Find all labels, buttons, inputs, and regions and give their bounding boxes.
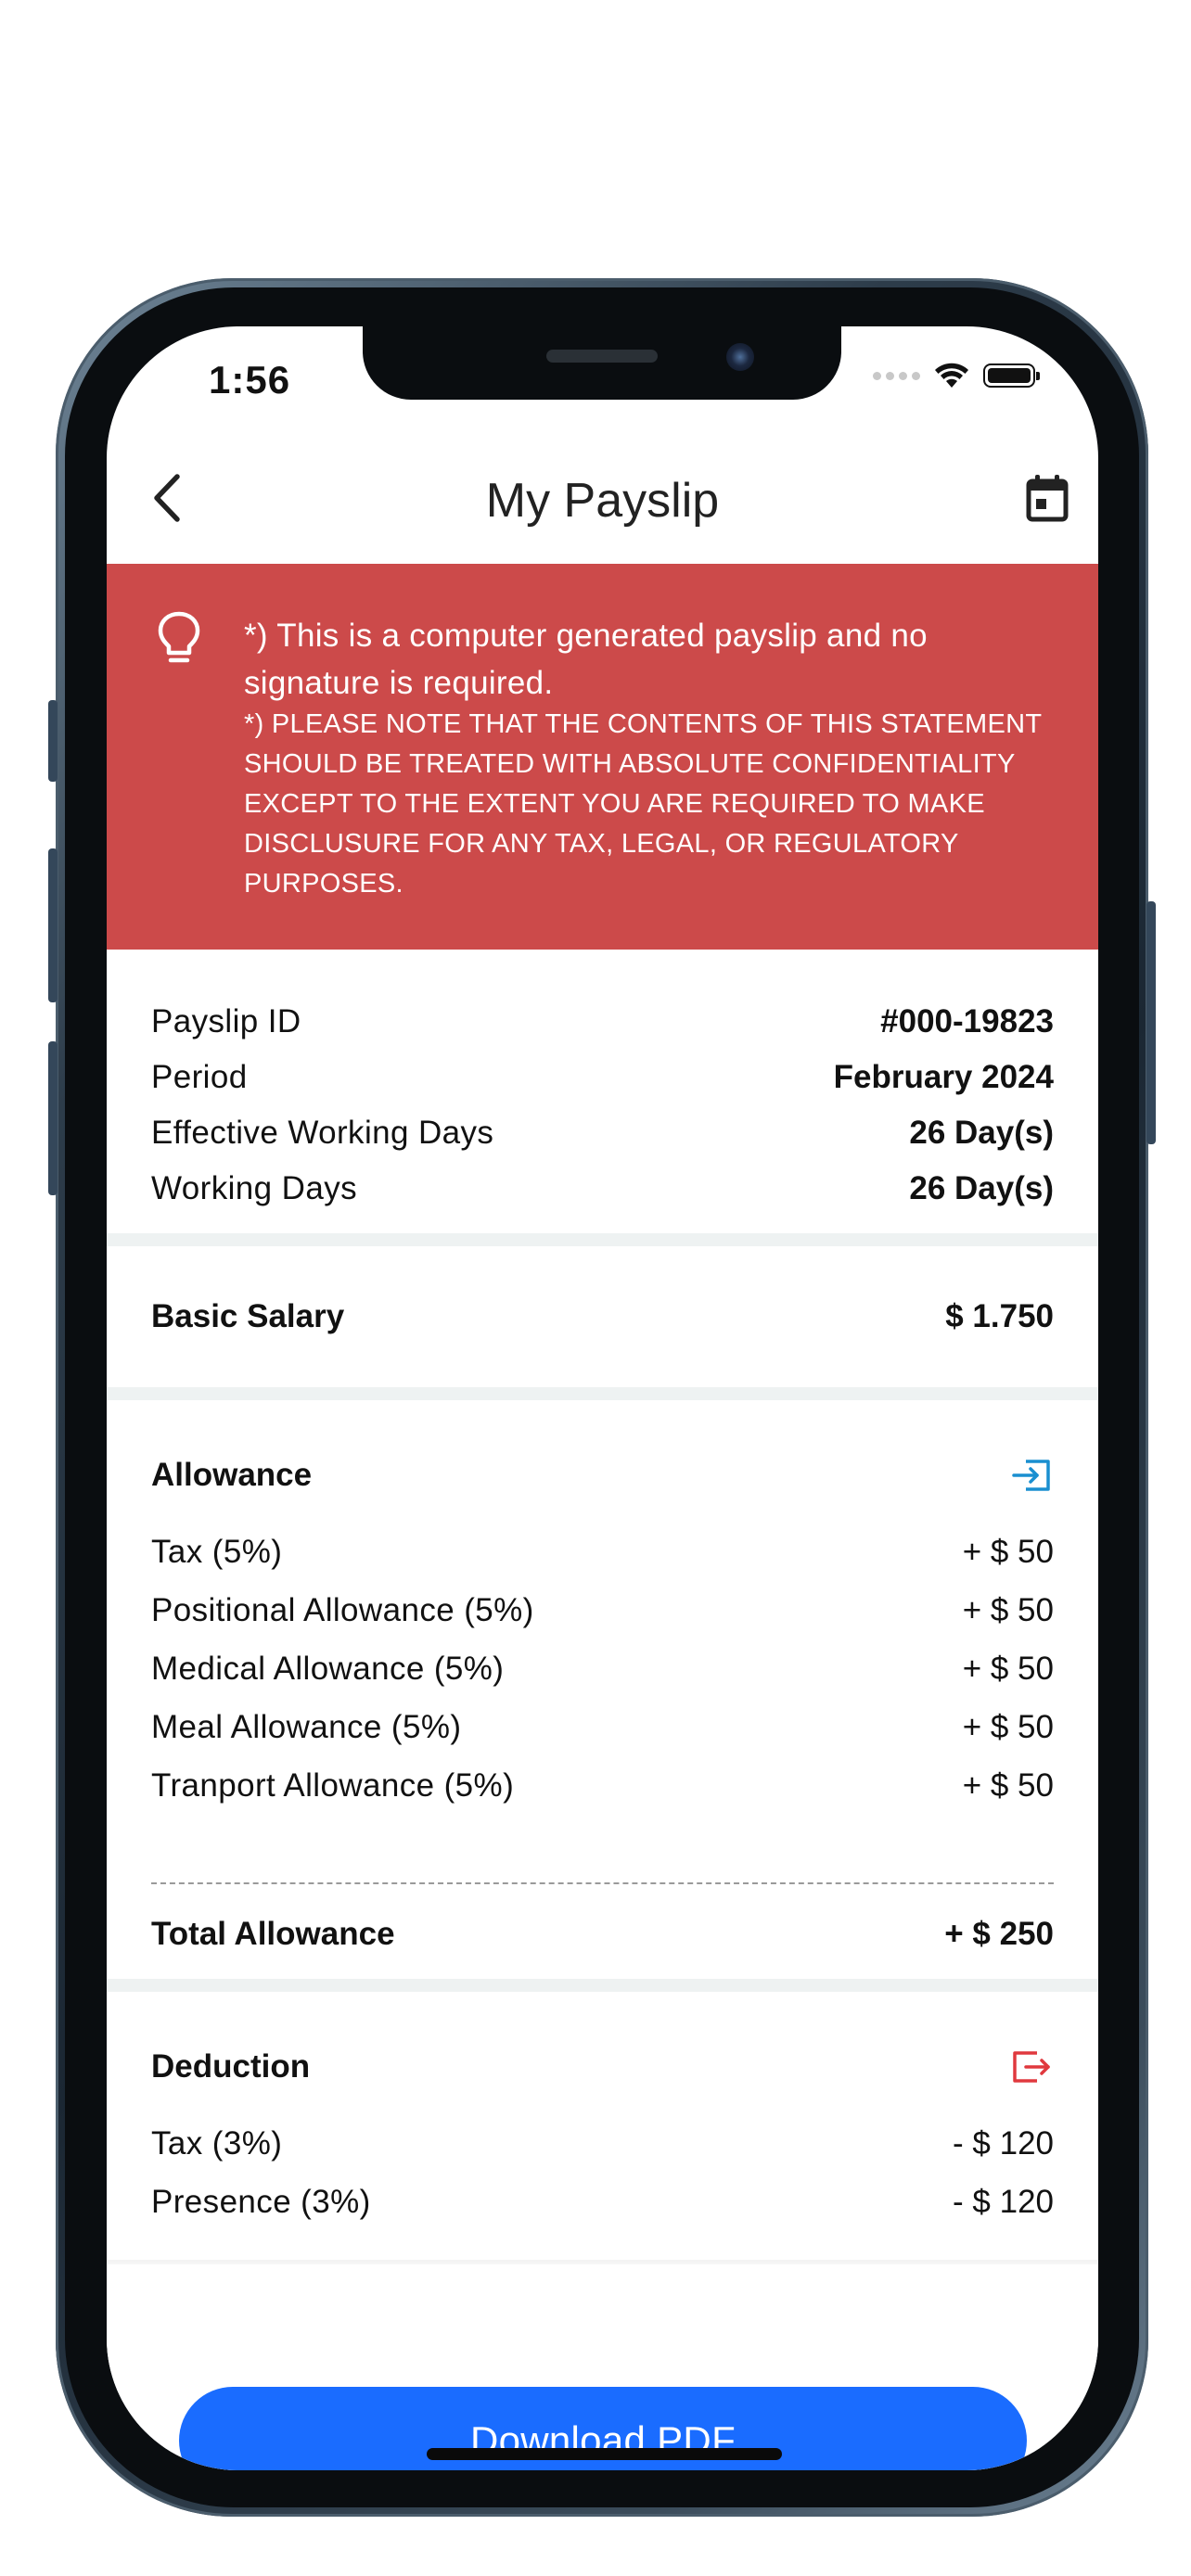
info-label: Working Days bbox=[151, 1170, 357, 1206]
allowance-item-label: Tranport Allowance (5%) bbox=[151, 1766, 515, 1804]
volume-down-button bbox=[48, 1041, 58, 1195]
allowance-item-label: Medical Allowance (5%) bbox=[151, 1650, 505, 1687]
power-button bbox=[1146, 901, 1156, 1144]
volume-up-button bbox=[48, 848, 58, 1002]
basic-salary-value: $ 1.750 bbox=[945, 1298, 1054, 1334]
allowance-item-amount: + $ 50 bbox=[962, 1650, 1054, 1687]
allowance-item: Positional Allowance (5%) + $ 50 bbox=[107, 1581, 1098, 1639]
info-row-period: Period February 2024 bbox=[107, 1050, 1098, 1105]
info-value: 26 Day(s) bbox=[909, 1170, 1054, 1206]
info-label: Payslip ID bbox=[151, 1003, 301, 1039]
payslip-info-section: Payslip ID #000-19823 Period February 20… bbox=[107, 950, 1098, 1233]
allowance-section: Allowance Tax (5%) + $ 50 Positional All… bbox=[107, 1400, 1098, 1979]
front-camera bbox=[726, 343, 754, 371]
silent-switch bbox=[48, 700, 58, 782]
info-row-effective-working-days: Effective Working Days 26 Day(s) bbox=[107, 1105, 1098, 1161]
allowance-item: Tranport Allowance (5%) + $ 50 bbox=[107, 1756, 1098, 1815]
deduction-list: Tax (3%) - $ 120 Presence (3%) - $ 120 bbox=[107, 2114, 1098, 2231]
total-allowance-value: + $ 250 bbox=[944, 1916, 1054, 1952]
basic-salary-section: Basic Salary $ 1.750 bbox=[107, 1246, 1098, 1387]
info-value: 26 Day(s) bbox=[909, 1115, 1054, 1151]
allowance-item-label: Meal Allowance (5%) bbox=[151, 1708, 462, 1745]
allowance-item-amount: + $ 50 bbox=[962, 1533, 1054, 1570]
info-value: February 2024 bbox=[833, 1059, 1054, 1095]
signal-dots-icon bbox=[873, 371, 920, 380]
speaker-grille bbox=[546, 350, 658, 363]
section-divider bbox=[107, 1979, 1098, 1992]
status-time: 1:56 bbox=[209, 358, 291, 402]
allowance-item-amount: + $ 50 bbox=[962, 1766, 1054, 1804]
deduction-item-label: Tax (3%) bbox=[151, 2124, 283, 2162]
dashed-divider bbox=[151, 1882, 1054, 1884]
deduction-header: Deduction bbox=[107, 2040, 1098, 2094]
info-row-working-days: Working Days 26 Day(s) bbox=[107, 1161, 1098, 1217]
deduction-item-amount: - $ 120 bbox=[953, 2124, 1054, 2162]
phone-screen: 1:56 My Payslip *) This is a computer ge… bbox=[107, 326, 1098, 2470]
app-header: My Payslip bbox=[107, 447, 1098, 555]
info-value: #000-19823 bbox=[880, 1003, 1054, 1039]
calendar-icon bbox=[1026, 475, 1069, 522]
allowance-item-amount: + $ 50 bbox=[962, 1708, 1054, 1745]
lightbulb-icon bbox=[158, 611, 200, 663]
wifi-icon bbox=[935, 363, 968, 388]
basic-salary-row: Basic Salary $ 1.750 bbox=[107, 1298, 1098, 1335]
notice-text-primary: *) This is a computer generated payslip … bbox=[244, 618, 928, 701]
page-title: My Payslip bbox=[485, 474, 720, 528]
allowance-item: Tax (5%) + $ 50 bbox=[107, 1523, 1098, 1581]
notice-text-confidential: *) PLEASE NOTE THAT THE CONTENTS OF THIS… bbox=[244, 709, 1042, 899]
calendar-button[interactable] bbox=[1015, 465, 1080, 530]
allowance-expand-button[interactable] bbox=[1009, 1453, 1054, 1498]
payslip-content: Payslip ID #000-19823 Period February 20… bbox=[107, 950, 1098, 2231]
section-divider bbox=[107, 1233, 1098, 1246]
allowance-item: Meal Allowance (5%) + $ 50 bbox=[107, 1698, 1098, 1756]
deduction-item-label: Presence (3%) bbox=[151, 2183, 371, 2220]
status-icons bbox=[873, 362, 1040, 389]
info-label: Effective Working Days bbox=[151, 1115, 494, 1151]
deduction-section: Deduction Tax (3%) - $ 120 Presence (3%) bbox=[107, 1992, 1098, 2231]
section-divider bbox=[107, 1387, 1098, 1400]
allowance-title: Allowance bbox=[151, 1457, 313, 1493]
allowance-item-label: Tax (5%) bbox=[151, 1533, 283, 1570]
home-indicator[interactable] bbox=[427, 2448, 782, 2460]
battery-icon bbox=[983, 363, 1040, 388]
deduction-item: Presence (3%) - $ 120 bbox=[107, 2173, 1098, 2231]
deduction-title: Deduction bbox=[151, 2048, 311, 2085]
login-icon bbox=[1012, 1460, 1050, 1491]
deduction-item: Tax (3%) - $ 120 bbox=[107, 2114, 1098, 2173]
allowance-item: Medical Allowance (5%) + $ 50 bbox=[107, 1639, 1098, 1698]
deduction-item-amount: - $ 120 bbox=[953, 2183, 1054, 2220]
info-label: Period bbox=[151, 1059, 248, 1095]
logout-icon bbox=[1013, 2051, 1050, 2083]
basic-salary-label: Basic Salary bbox=[151, 1298, 345, 1334]
allowance-list: Tax (5%) + $ 50 Positional Allowance (5%… bbox=[107, 1523, 1098, 1815]
allowance-header: Allowance bbox=[107, 1448, 1098, 1502]
deduction-expand-button[interactable] bbox=[1009, 2045, 1054, 2089]
total-allowance-row: Total Allowance + $ 250 bbox=[107, 1906, 1098, 1962]
bottom-action-bar: Download PDF bbox=[107, 2264, 1098, 2470]
allowance-item-amount: + $ 50 bbox=[962, 1591, 1054, 1628]
notice-banner: *) This is a computer generated payslip … bbox=[107, 564, 1098, 950]
total-allowance-label: Total Allowance bbox=[151, 1916, 395, 1952]
allowance-item-label: Positional Allowance (5%) bbox=[151, 1591, 534, 1628]
info-row-payslip-id: Payslip ID #000-19823 bbox=[107, 994, 1098, 1050]
notch bbox=[363, 326, 841, 400]
